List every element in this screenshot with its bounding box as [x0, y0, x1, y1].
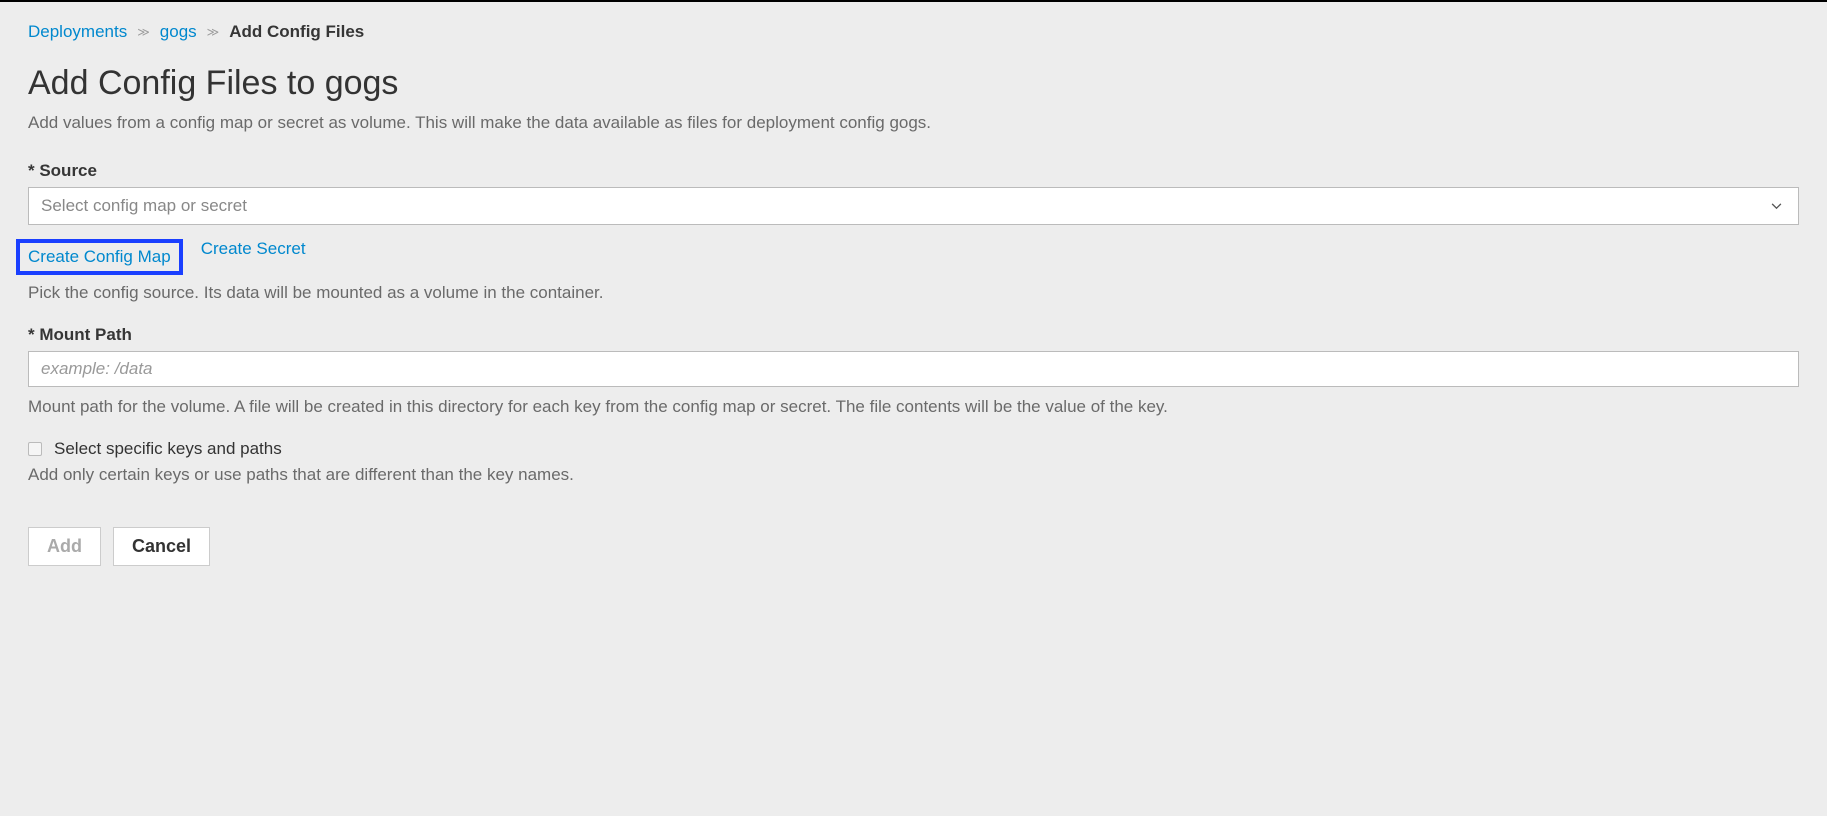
select-keys-checkbox[interactable] [28, 442, 42, 456]
chevron-down-icon [1771, 199, 1782, 213]
create-secret-link[interactable]: Create Secret [201, 239, 306, 275]
chevron-right-icon: ≫ [137, 25, 150, 39]
mount-path-help-text: Mount path for the volume. A file will b… [28, 397, 1799, 417]
chevron-right-icon: ≫ [207, 25, 220, 39]
create-config-map-link[interactable]: Create Config Map [28, 247, 171, 266]
source-help-text: Pick the config source. Its data will be… [28, 283, 1799, 303]
mount-path-input[interactable] [28, 351, 1799, 387]
source-select-placeholder: Select config map or secret [41, 196, 247, 216]
add-button[interactable]: Add [28, 527, 101, 566]
source-label: * Source [28, 161, 1799, 181]
breadcrumb-deployments-link[interactable]: Deployments [28, 22, 127, 42]
page-title: Add Config Files to gogs [28, 64, 1799, 103]
source-group: * Source Select config map or secret Cre… [28, 161, 1799, 303]
keys-help-text: Add only certain keys or use paths that … [28, 465, 1799, 485]
keys-group: Select specific keys and paths Add only … [28, 439, 1799, 485]
mount-path-label: * Mount Path [28, 325, 1799, 345]
breadcrumb: Deployments ≫ gogs ≫ Add Config Files [28, 22, 1799, 42]
highlight-annotation: Create Config Map [16, 239, 183, 275]
select-keys-label: Select specific keys and paths [54, 439, 282, 459]
page-description: Add values from a config map or secret a… [28, 113, 1799, 133]
breadcrumb-current: Add Config Files [229, 22, 364, 42]
cancel-button[interactable]: Cancel [113, 527, 210, 566]
mount-path-group: * Mount Path Mount path for the volume. … [28, 325, 1799, 417]
button-row: Add Cancel [28, 527, 1799, 566]
source-link-row: Create Config Map Create Secret [28, 239, 1799, 275]
breadcrumb-item-link[interactable]: gogs [160, 22, 197, 42]
source-select[interactable]: Select config map or secret [28, 187, 1799, 225]
